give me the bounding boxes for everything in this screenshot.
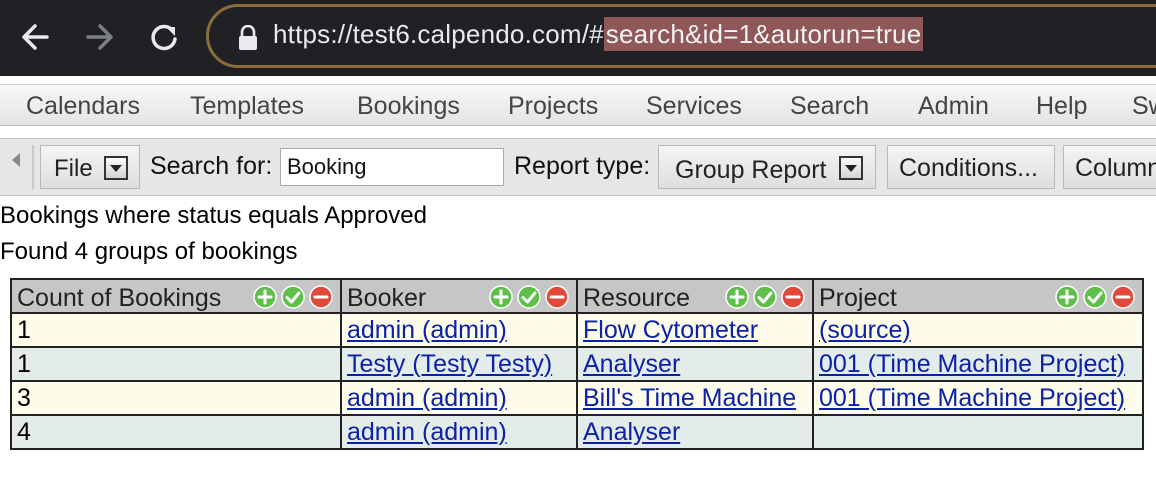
booker-link[interactable]: admin (admin) <box>347 316 507 344</box>
search-toolbar: File Search for: Report type: Group Repo… <box>0 138 1156 196</box>
table-row: 3 admin (admin) Bill's Time Machine 001 … <box>10 380 1144 416</box>
booker-link[interactable]: admin (admin) <box>347 384 507 412</box>
add-icon[interactable] <box>1054 284 1080 310</box>
column-actions <box>488 284 570 310</box>
file-label: File <box>54 155 93 182</box>
resource-cell: Bill's Time Machine <box>576 380 814 416</box>
report-type-value: Group Report <box>675 156 827 184</box>
menu-sw[interactable]: Sw <box>1132 92 1156 121</box>
table-row: 4 admin (admin) Analyser <box>10 414 1144 450</box>
menu-projects[interactable]: Projects <box>508 92 598 121</box>
booker-cell: Testy (Testy Testy) <box>340 346 578 382</box>
check-icon[interactable] <box>752 284 778 310</box>
url-text[interactable]: https://test6.calpendo.com/#search&id=1&… <box>273 17 924 51</box>
resource-link[interactable]: Flow Cytometer <box>583 316 758 344</box>
menu-bookings[interactable]: Bookings <box>357 92 460 121</box>
remove-icon[interactable] <box>780 284 806 310</box>
chevron-down-icon <box>104 156 128 180</box>
table-row: 1 Testy (Testy Testy) Analyser 001 (Time… <box>10 346 1144 382</box>
count-cell: 1 <box>10 346 342 382</box>
file-menu-button[interactable]: File <box>40 145 140 189</box>
resource-link[interactable]: Bill's Time Machine <box>583 384 796 412</box>
menu-templates[interactable]: Templates <box>190 92 304 121</box>
add-icon[interactable] <box>724 284 750 310</box>
url-prefix: https://test6.calpendo.com/# <box>273 19 604 49</box>
project-cell: 001 (Time Machine Project) <box>812 380 1144 416</box>
column-header-project: Project <box>812 278 1144 314</box>
url-selected-text: search&id=1&autorun=true <box>603 17 924 51</box>
count-cell: 4 <box>10 414 342 450</box>
conditions-button[interactable]: Conditions... <box>887 145 1055 189</box>
booker-cell: admin (admin) <box>340 414 578 450</box>
column-header-booker: Booker <box>340 278 578 314</box>
column-header-resource: Resource <box>576 278 814 314</box>
check-icon[interactable] <box>280 284 306 310</box>
check-icon[interactable] <box>516 284 542 310</box>
search-for-label: Search for: <box>150 152 273 180</box>
back-arrow-icon[interactable] <box>17 18 55 56</box>
menu-help[interactable]: Help <box>1036 92 1087 121</box>
resource-cell: Analyser <box>576 346 814 382</box>
resource-cell: Analyser <box>576 414 814 450</box>
booker-cell: admin (admin) <box>340 312 578 348</box>
menu-search[interactable]: Search <box>790 92 869 121</box>
column-header-label: Booker <box>347 283 427 312</box>
booker-cell: admin (admin) <box>340 380 578 416</box>
project-link[interactable]: 001 (Time Machine Project) <box>819 384 1125 412</box>
column-header-label: Count of Bookings <box>17 283 222 312</box>
booker-link[interactable]: Testy (Testy Testy) <box>347 350 552 378</box>
column-header-label: Resource <box>583 283 690 312</box>
menu-admin[interactable]: Admin <box>918 92 989 121</box>
search-criteria-text: Bookings where status equals Approved <box>0 202 427 229</box>
table-header-row: Count of Bookings Booker Resource Projec… <box>10 278 1144 314</box>
remove-icon[interactable] <box>544 284 570 310</box>
reload-icon[interactable] <box>145 18 183 56</box>
resource-link[interactable]: Analyser <box>583 350 680 378</box>
report-type-label: Report type: <box>514 152 651 180</box>
menu-calendars[interactable]: Calendars <box>26 92 140 121</box>
column-actions <box>252 284 334 310</box>
project-cell: (source) <box>812 312 1144 348</box>
search-for-input[interactable] <box>280 148 504 186</box>
column-actions <box>724 284 806 310</box>
check-icon[interactable] <box>1082 284 1108 310</box>
group-report-table: Count of Bookings Booker Resource Projec… <box>10 278 1144 450</box>
add-icon[interactable] <box>252 284 278 310</box>
project-link[interactable]: (source) <box>819 316 911 344</box>
column-header-label: Project <box>819 283 897 312</box>
project-link[interactable]: 001 (Time Machine Project) <box>819 350 1125 378</box>
result-count-text: Found 4 groups of bookings <box>0 238 298 265</box>
count-cell: 1 <box>10 312 342 348</box>
column-header-count: Count of Bookings <box>10 278 342 314</box>
booker-link[interactable]: admin (admin) <box>347 418 507 446</box>
resource-cell: Flow Cytometer <box>576 312 814 348</box>
add-icon[interactable] <box>488 284 514 310</box>
scroll-left-icon[interactable] <box>12 153 20 167</box>
menu-services[interactable]: Services <box>646 92 742 121</box>
remove-icon[interactable] <box>1110 284 1136 310</box>
project-cell: 001 (Time Machine Project) <box>812 346 1144 382</box>
resource-link[interactable]: Analyser <box>583 418 680 446</box>
count-cell: 3 <box>10 380 342 416</box>
columns-button[interactable]: Column <box>1063 145 1156 189</box>
chevron-down-icon <box>839 156 863 180</box>
address-bar[interactable]: https://test6.calpendo.com/#search&id=1&… <box>206 4 1156 68</box>
project-cell <box>812 414 1144 450</box>
table-row: 1 admin (admin) Flow Cytometer (source) <box>10 312 1144 348</box>
forward-arrow-icon[interactable] <box>80 18 118 56</box>
report-type-select[interactable]: Group Report <box>658 145 876 189</box>
column-actions <box>1054 284 1136 310</box>
lock-icon <box>237 24 259 51</box>
toolbar-divider <box>32 145 34 189</box>
remove-icon[interactable] <box>308 284 334 310</box>
browser-toolbar: https://test6.calpendo.com/#search&id=1&… <box>0 0 1156 76</box>
main-menu: Calendars Templates Bookings Projects Se… <box>0 84 1156 126</box>
